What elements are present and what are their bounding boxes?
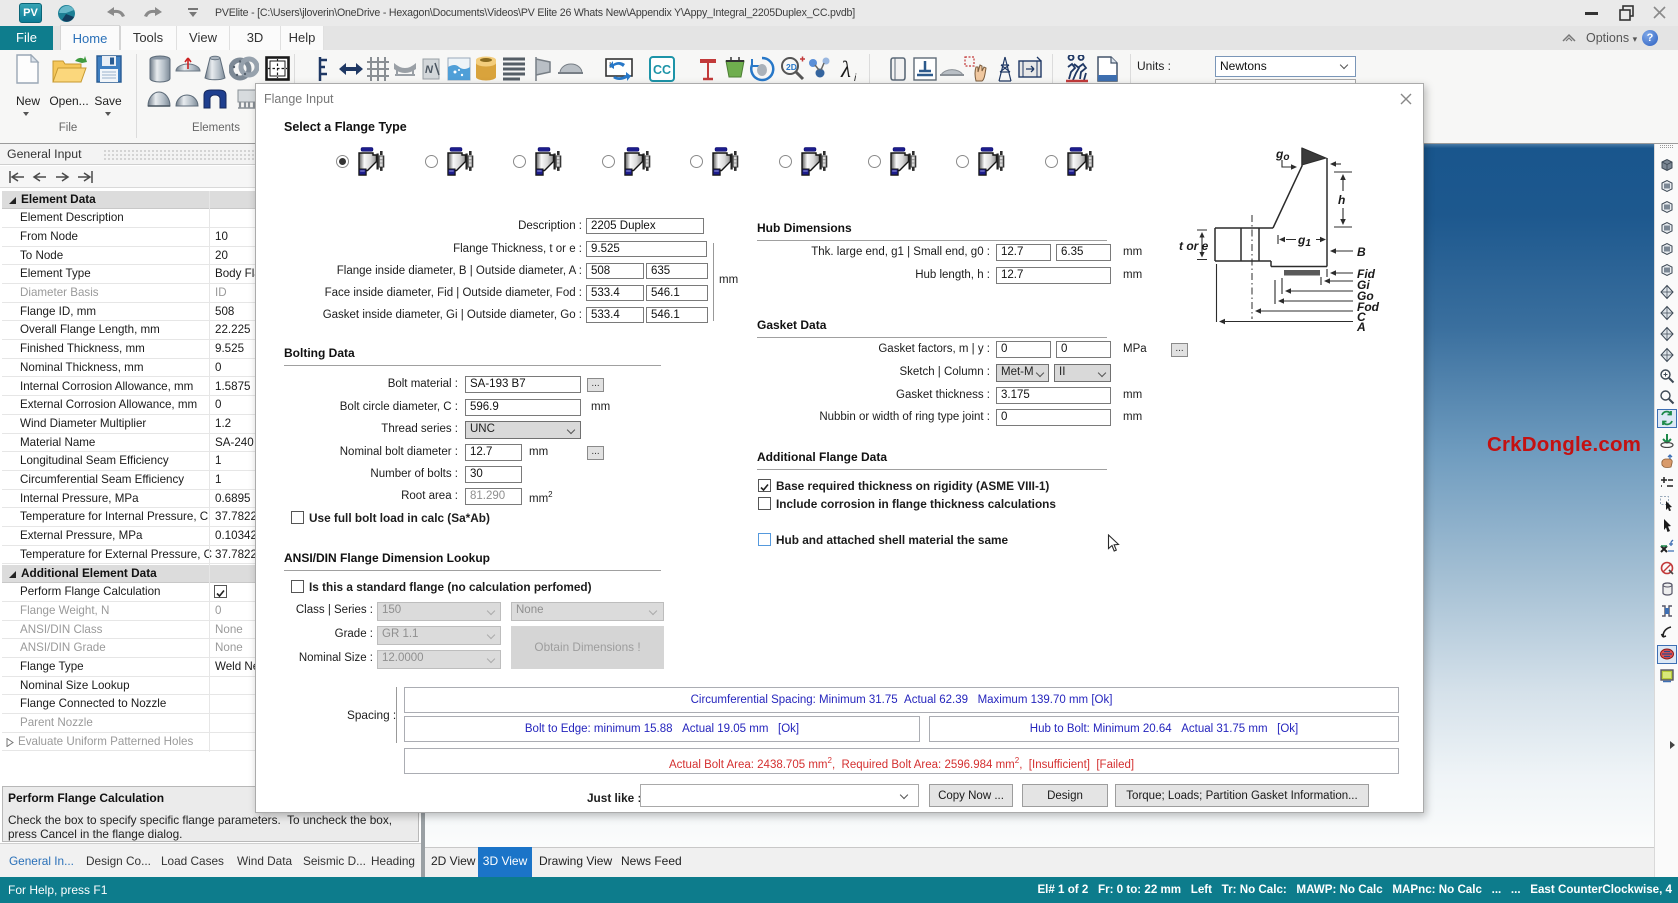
- svg-text:N: N: [425, 64, 434, 76]
- svg-text:CC: CC: [653, 63, 671, 77]
- svg-text:g1: g1: [1297, 233, 1311, 249]
- svg-text:A: A: [1356, 320, 1366, 333]
- svg-text:λ: λ: [840, 57, 851, 82]
- svg-text:t or e: t or e: [1179, 239, 1209, 253]
- svg-text:h: h: [1338, 193, 1345, 207]
- svg-text:go: go: [1275, 147, 1289, 163]
- svg-text:2D: 2D: [786, 62, 797, 72]
- svg-text:B: B: [1357, 245, 1366, 259]
- svg-text:i: i: [854, 73, 857, 83]
